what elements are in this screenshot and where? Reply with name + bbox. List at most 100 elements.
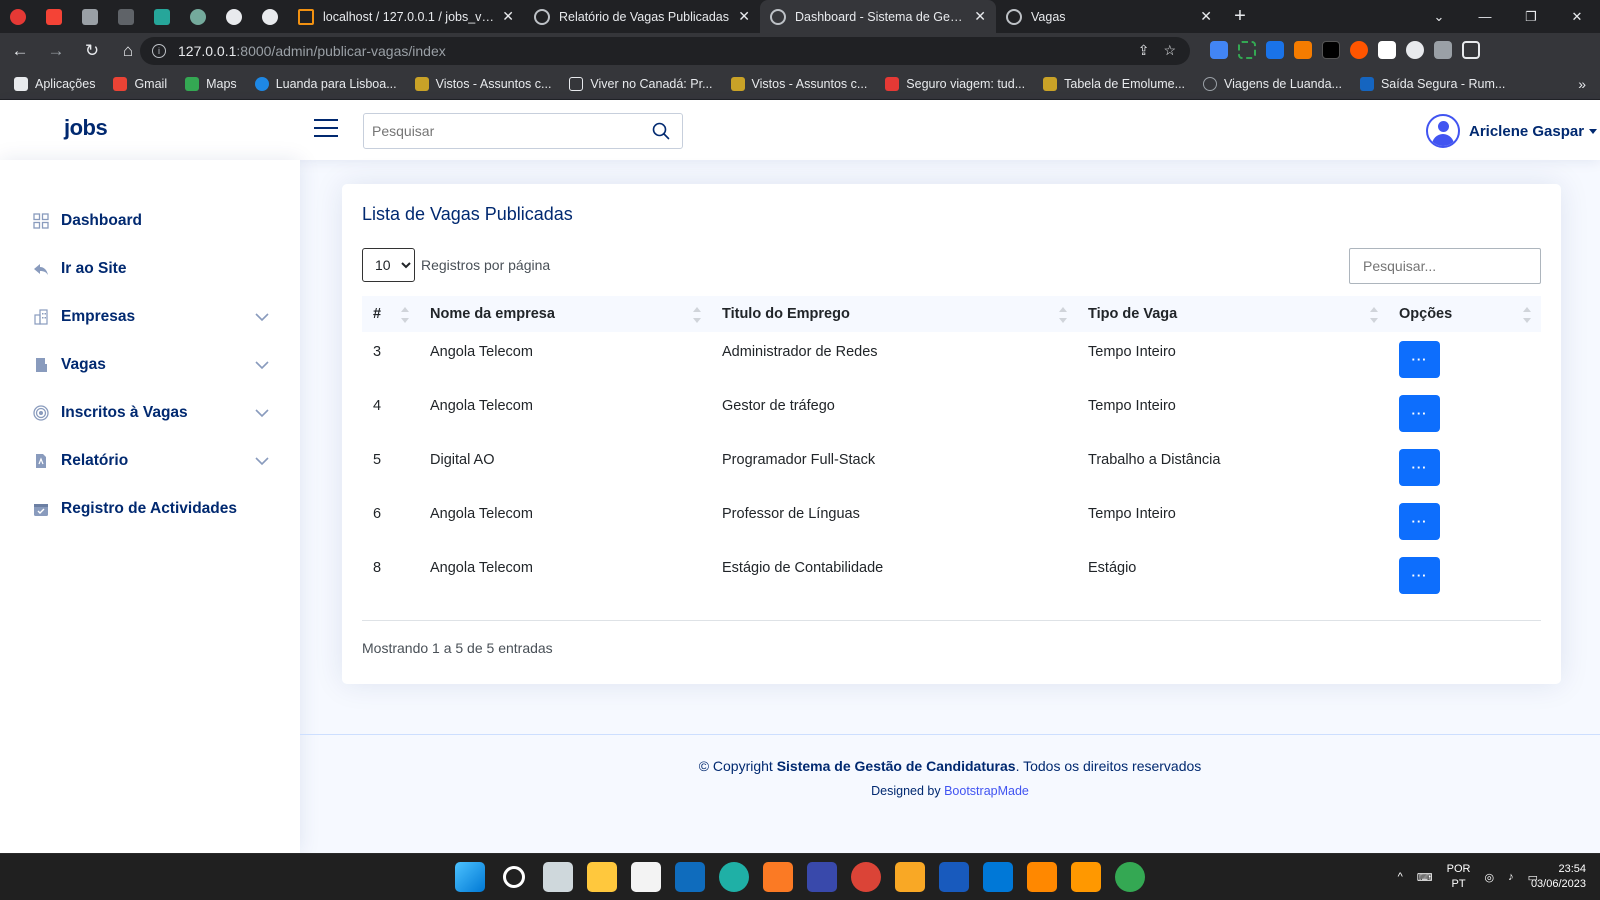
- dark-extension-icon[interactable]: [1322, 41, 1340, 59]
- bookmarks-more-icon[interactable]: »: [1578, 76, 1586, 92]
- designer-link[interactable]: BootstrapMade: [944, 784, 1029, 798]
- tab-search-icon[interactable]: ⌄: [1416, 0, 1462, 33]
- bookmark-star-icon[interactable]: ☆: [1163, 42, 1176, 59]
- chrome-icon[interactable]: [851, 862, 881, 892]
- bookmark-item[interactable]: Saída Segura - Rum...: [1359, 77, 1505, 91]
- video-player-icon[interactable]: [895, 862, 925, 892]
- column-header-id[interactable]: #: [362, 296, 419, 332]
- mail-icon[interactable]: [675, 862, 705, 892]
- table-search-input[interactable]: [1349, 248, 1541, 284]
- browser-tab-active[interactable]: Dashboard - Sistema de Gestão c ✕: [760, 0, 996, 33]
- per-page-select[interactable]: 10: [362, 248, 415, 282]
- restore-icon[interactable]: ❐: [1508, 0, 1554, 33]
- close-tab-icon[interactable]: ✕: [502, 8, 514, 25]
- column-header-options[interactable]: Opções: [1388, 296, 1541, 332]
- minimize-icon[interactable]: —: [1462, 0, 1508, 33]
- pinned-tab[interactable]: [252, 0, 288, 33]
- sublime-icon[interactable]: [1071, 862, 1101, 892]
- bookmark-item[interactable]: Maps: [185, 77, 237, 91]
- pinned-tab[interactable]: [0, 0, 36, 33]
- cell-id: 5: [373, 452, 382, 468]
- bookmark-item[interactable]: Tabela de Emolume...: [1043, 77, 1185, 91]
- browser-tab[interactable]: localhost / 127.0.0.1 / jobs_v3 / v ✕: [288, 0, 524, 33]
- close-window-icon[interactable]: ✕: [1554, 0, 1600, 33]
- toggle-sidebar-icon[interactable]: [314, 119, 338, 139]
- options-button[interactable]: ···: [1399, 449, 1440, 486]
- search-icon[interactable]: [503, 866, 525, 888]
- pinned-tab[interactable]: [180, 0, 216, 33]
- bookmark-item[interactable]: Luanda para Lisboa...: [254, 77, 397, 91]
- browser-tab[interactable]: Vagas ✕: [996, 0, 1222, 33]
- bookmark-item[interactable]: Viver no Canadá: Pr...: [569, 77, 713, 91]
- soundcloud-extension-icon[interactable]: [1350, 41, 1368, 59]
- site-info-icon[interactable]: i: [152, 44, 166, 58]
- sidebar-item-vagas[interactable]: Vagas: [33, 350, 269, 380]
- new-tab-button[interactable]: +: [1222, 0, 1258, 33]
- table-info: Mostrando 1 a 5 de 5 entradas: [362, 640, 553, 656]
- header-search-input[interactable]: [364, 114, 624, 148]
- file-explorer-icon[interactable]: [587, 862, 617, 892]
- column-header-job-type[interactable]: Tipo de Vaga: [1077, 296, 1388, 332]
- new-extension-icon[interactable]: [1266, 41, 1284, 59]
- input-language[interactable]: POR PT: [1447, 862, 1471, 892]
- task-view-icon[interactable]: [543, 862, 573, 892]
- sidebar-item-registro-actividades[interactable]: Registro de Actividades: [33, 494, 269, 524]
- bookmark-item[interactable]: Vistos - Assuntos c...: [730, 77, 867, 91]
- download-extension-icon[interactable]: [1294, 41, 1312, 59]
- browser-tab[interactable]: Relatório de Vagas Publicadas ✕: [524, 0, 760, 33]
- close-tab-icon[interactable]: ✕: [738, 8, 750, 25]
- options-button[interactable]: ···: [1399, 503, 1440, 540]
- side-panel-icon[interactable]: [1462, 41, 1480, 59]
- eyes-extension-icon[interactable]: [1406, 41, 1424, 59]
- bookmark-item[interactable]: Seguro viagem: tud...: [885, 77, 1025, 91]
- reload-icon[interactable]: ↻: [76, 35, 108, 67]
- logo[interactable]: jobs: [64, 115, 108, 141]
- sidebar-item-dashboard[interactable]: Dashboard: [33, 206, 269, 236]
- vscode-icon[interactable]: [983, 862, 1013, 892]
- column-header-job-title[interactable]: Titulo do Emprego: [711, 296, 1077, 332]
- back-icon[interactable]: ←: [4, 35, 36, 67]
- chevron-up-icon[interactable]: ^: [1398, 871, 1403, 883]
- game-icon[interactable]: [807, 862, 837, 892]
- share-icon[interactable]: ⇪: [1138, 42, 1150, 59]
- pinned-tab[interactable]: [108, 0, 144, 33]
- windows-start-icon[interactable]: [455, 862, 485, 892]
- user-menu[interactable]: Ariclene Gaspar: [1426, 114, 1598, 148]
- options-button[interactable]: ···: [1399, 395, 1440, 432]
- close-tab-icon[interactable]: ✕: [974, 8, 986, 25]
- pinned-tab[interactable]: [36, 0, 72, 33]
- bookmark-item[interactable]: Vistos - Assuntos c...: [414, 77, 551, 91]
- volume-icon[interactable]: ♪: [1508, 871, 1514, 883]
- close-tab-icon[interactable]: ✕: [1200, 8, 1212, 25]
- pinned-tab[interactable]: [216, 0, 252, 33]
- clock[interactable]: 23:54 03/06/2023: [1531, 862, 1586, 892]
- pinned-tab[interactable]: [72, 0, 108, 33]
- bookmark-item[interactable]: Gmail: [113, 77, 167, 91]
- pinned-tab[interactable]: [144, 0, 180, 33]
- translate-extension-icon[interactable]: [1210, 41, 1228, 59]
- options-button[interactable]: ···: [1399, 341, 1440, 378]
- column-header-company[interactable]: Nome da empresa: [419, 296, 711, 332]
- search-icon[interactable]: [652, 122, 670, 140]
- bookmark-item[interactable]: Viagens de Luanda...: [1203, 77, 1342, 91]
- forward-icon[interactable]: →: [40, 35, 72, 67]
- options-button[interactable]: ···: [1399, 557, 1440, 594]
- vlc-icon[interactable]: [1027, 862, 1057, 892]
- edge-icon[interactable]: [719, 862, 749, 892]
- microsoft-store-icon[interactable]: [631, 862, 661, 892]
- code-extension-icon[interactable]: [1378, 41, 1396, 59]
- address-bar[interactable]: i 127.0.0.1:8000/admin/publicar-vagas/in…: [140, 37, 1190, 65]
- sidebar-item-relatorio[interactable]: Relatório: [33, 446, 269, 476]
- network-icon[interactable]: ◎: [1484, 871, 1494, 884]
- xampp-icon[interactable]: [763, 862, 793, 892]
- screenshot-extension-icon[interactable]: [1238, 41, 1256, 59]
- word-icon[interactable]: [939, 862, 969, 892]
- keyboard-icon[interactable]: ⌨: [1417, 871, 1433, 884]
- sidebar-item-inscritos[interactable]: Inscritos à Vagas: [33, 398, 269, 428]
- sidebar-item-ir-ao-site[interactable]: Ir ao Site: [33, 254, 269, 284]
- per-page-control: 10 Registros por página: [362, 248, 550, 282]
- chrome-profile-icon[interactable]: [1115, 862, 1145, 892]
- puzzle-icon[interactable]: [1434, 41, 1452, 59]
- bookmark-item[interactable]: Aplicações: [14, 77, 95, 91]
- sidebar-item-empresas[interactable]: Empresas: [33, 302, 269, 332]
